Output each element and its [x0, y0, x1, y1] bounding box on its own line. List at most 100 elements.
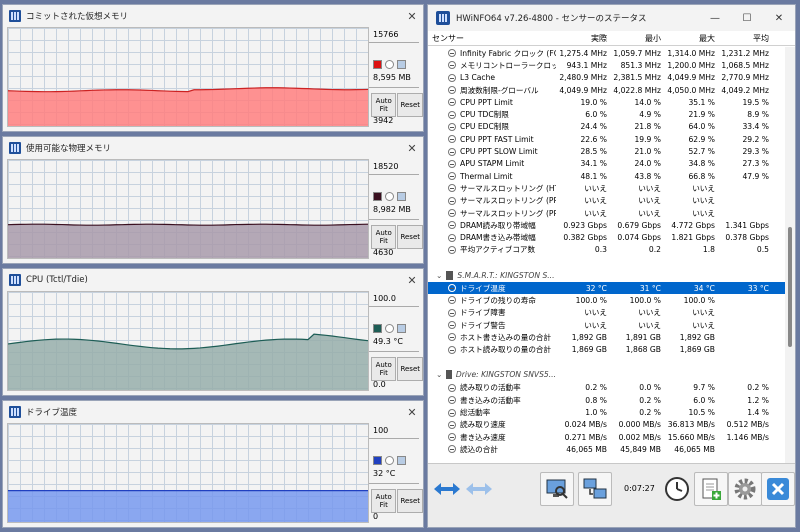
sensor-max: 64.0 % [688, 122, 715, 132]
maximize-icon[interactable]: ☐ [731, 13, 763, 24]
grid-color-swatch[interactable] [397, 60, 406, 69]
sensor-row[interactable]: ホスト読み取りの量の合計 1,869 GB 1,868 GB 1,869 GB [428, 344, 785, 356]
auto-fit-button[interactable]: Auto Fit [371, 357, 397, 381]
sensor-avg: 19.5 % [742, 97, 769, 107]
sensor-name: サーマルスロットリング (HTC) [460, 183, 556, 193]
sensor-row[interactable]: CPU PPT Limit 19.0 % 14.0 % 35.1 % 19.5 … [428, 96, 785, 108]
grid-color-swatch[interactable] [397, 324, 406, 333]
bg-color-swatch[interactable] [385, 324, 394, 333]
auto-fit-button[interactable]: Auto Fit [371, 225, 397, 249]
column-header-min[interactable]: 最小 [610, 33, 664, 44]
graph-titlebar[interactable]: 使用可能な物理メモリ ✕ [3, 137, 423, 159]
sensor-gauge-icon [448, 73, 456, 82]
sensor-current: 46,065 MB [566, 444, 607, 454]
sensor-row[interactable]: ドライブ警告 いいえ いいえ いいえ [428, 319, 785, 331]
sensor-row[interactable]: CPU TDC制限 6.0 % 4.9 % 21.9 % 8.9 % [428, 108, 785, 120]
close-icon[interactable]: ✕ [763, 13, 795, 24]
series-color-swatch[interactable] [373, 324, 382, 333]
close-icon[interactable]: ✕ [401, 142, 423, 155]
close-icon[interactable]: ✕ [401, 10, 423, 23]
divider [369, 438, 419, 439]
sensor-max: 46,065 MB [674, 444, 715, 454]
sensor-row[interactable]: ドライブの残りの寿命 100.0 % 100.0 % 100.0 % [428, 294, 785, 306]
graph-titlebar[interactable]: CPU (Tctl/Tdie) ✕ [3, 269, 423, 291]
sensor-group-header[interactable]: ⌄ S.M.A.R.T.: KINGSTON S... [428, 268, 785, 282]
sensor-row[interactable]: APU STAPM Limit 34.1 % 24.0 % 34.8 % 27.… [428, 158, 785, 170]
sensor-row[interactable]: L3 Cache 2,480.9 MHz 2,381.5 MHz 4,049.9… [428, 72, 785, 84]
vertical-scrollbar[interactable] [785, 47, 795, 465]
grid-color-swatch[interactable] [397, 456, 406, 465]
clock-button[interactable] [660, 472, 694, 506]
close-sensors-button[interactable] [761, 472, 795, 506]
sensor-table-header[interactable]: センサー 実際 最小 最大 平均 [428, 31, 795, 46]
drive-icon [446, 270, 454, 280]
sensor-row[interactable]: DRAM書き込み帯域幅 0.382 Gbps 0.074 Gbps 1.821 … [428, 231, 785, 243]
sensor-row[interactable]: サーマルスロットリング (PR... いいえ いいえ いいえ [428, 195, 785, 207]
sensor-min: 0.2 % [639, 408, 661, 418]
reset-button[interactable]: Reset [397, 357, 423, 381]
sensor-row[interactable]: サーマルスロットリング (PR... いいえ いいえ いいえ [428, 207, 785, 219]
settings-button[interactable] [728, 472, 762, 506]
graph-plot-area [7, 291, 369, 391]
column-header-avg[interactable]: 平均 [718, 33, 772, 44]
sensor-row[interactable]: 総活動率 1.0 % 0.2 % 10.5 % 1.4 % [428, 406, 785, 418]
chevron-down-icon[interactable]: ⌄ [436, 271, 442, 280]
sensor-row[interactable]: 読み取りの活動率 0.2 % 0.0 % 9.7 % 0.2 % [428, 382, 785, 394]
graph-titlebar[interactable]: ドライブ温度 ✕ [3, 401, 423, 423]
column-header-max[interactable]: 最大 [664, 33, 718, 44]
close-icon[interactable]: ✕ [401, 274, 423, 287]
graph-titlebar[interactable]: コミットされた仮想メモリ ✕ [3, 5, 423, 27]
series-color-swatch[interactable] [373, 60, 382, 69]
hwinfo-app-icon [9, 10, 21, 22]
network-monitor-button[interactable] [540, 472, 574, 506]
sensor-row[interactable]: 平均アクティブコア数 0.3 0.2 1.8 0.5 [428, 244, 785, 256]
sensor-gauge-icon [448, 147, 456, 156]
scrollbar-thumb[interactable] [788, 227, 792, 347]
bg-color-swatch[interactable] [385, 192, 394, 201]
graph-side-panel: 100 32 °C Auto Fit Reset 0 [369, 423, 423, 523]
column-header-current[interactable]: 実際 [556, 33, 610, 44]
sensor-row[interactable]: Thermal Limit 48.1 % 43.8 % 66.8 % 47.9 … [428, 170, 785, 182]
minimize-icon[interactable]: — [699, 13, 731, 24]
chevron-down-icon[interactable]: ⌄ [436, 370, 442, 379]
sensor-row[interactable]: 周波数制限-グローバル 4,049.9 MHz 4,022.8 MHz 4,05… [428, 84, 785, 96]
reset-button[interactable]: Reset [397, 489, 423, 513]
network-share-button[interactable] [578, 472, 612, 506]
reset-button[interactable]: Reset [397, 225, 423, 249]
sensor-group-header[interactable]: ⌄ Drive: KINGSTON SNVS5... [428, 368, 785, 382]
add-report-button[interactable] [694, 472, 728, 506]
sensor-row[interactable]: 読み取り速度 0.024 MB/s 0.000 MB/s 36.813 MB/s… [428, 419, 785, 431]
series-color-swatch[interactable] [373, 456, 382, 465]
bg-color-swatch[interactable] [385, 456, 394, 465]
reset-button[interactable]: Reset [397, 93, 423, 117]
nav-arrows-right-button[interactable] [462, 472, 496, 506]
sensor-row[interactable]: Infinity Fabric クロック (FC... 1,275.4 MHz … [428, 47, 785, 59]
sensor-row[interactable]: 書き込み速度 0.271 MB/s 0.002 MB/s 15.660 MB/s… [428, 431, 785, 443]
sensor-row[interactable]: ドライブ障害 いいえ いいえ いいえ [428, 307, 785, 319]
grid-color-swatch[interactable] [397, 192, 406, 201]
hwinfo-titlebar[interactable]: HWiNFO64 v7.26-4800 - センサーのステータス — ☐ ✕ [428, 5, 795, 31]
sensor-current: 1,275.4 MHz [559, 48, 607, 58]
bg-color-swatch[interactable] [385, 60, 394, 69]
sensor-row[interactable]: CPU EDC制限 24.4 % 21.8 % 64.0 % 33.4 % [428, 121, 785, 133]
sensor-name: CPU PPT SLOW Limit [460, 147, 538, 157]
series-color-swatch[interactable] [373, 192, 382, 201]
sensor-row[interactable]: 書き込みの活動率 0.8 % 0.2 % 6.0 % 1.2 % [428, 394, 785, 406]
sensor-row[interactable]: サーマルスロットリング (HTC) いいえ いいえ いいえ [428, 182, 785, 194]
sensor-row[interactable]: CPU PPT FAST Limit 22.6 % 19.9 % 62.9 % … [428, 133, 785, 145]
sensor-gauge-icon [448, 333, 456, 342]
auto-fit-button[interactable]: Auto Fit [371, 489, 397, 513]
sensor-row[interactable]: 読込の合計 46,065 MB 45,849 MB 46,065 MB [428, 443, 785, 455]
sensor-row[interactable]: メモリコントローラークロック... 943.1 MHz 851.3 MHz 1,… [428, 59, 785, 71]
graph-plot-area [7, 159, 369, 259]
column-header-sensor[interactable]: センサー [428, 33, 556, 44]
sensor-row[interactable]: ホスト書き込みの量の合計 1,892 GB 1,891 GB 1,892 GB [428, 331, 785, 343]
close-icon[interactable]: ✕ [401, 406, 423, 419]
auto-fit-button[interactable]: Auto Fit [371, 93, 397, 117]
sensor-avg: 1,068.5 MHz [721, 60, 769, 70]
sensor-max: 52.7 % [688, 147, 715, 157]
sensor-row[interactable]: DRAM読み取り帯域幅 0.923 Gbps 0.679 Gbps 4.772 … [428, 219, 785, 231]
sensor-row[interactable]: ドライブ温度 32 °C 31 °C 34 °C 33 °C [428, 282, 785, 295]
nav-arrows-left-button[interactable] [430, 472, 464, 506]
sensor-row[interactable]: CPU PPT SLOW Limit 28.5 % 21.0 % 52.7 % … [428, 145, 785, 157]
